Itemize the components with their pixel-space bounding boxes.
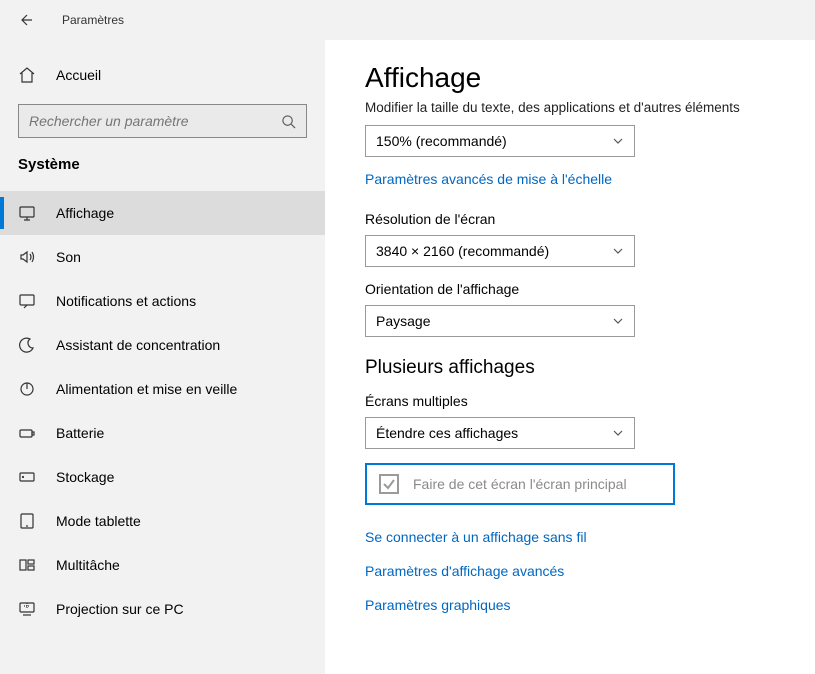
- sound-icon: [18, 248, 36, 266]
- footer-links: Se connecter à un affichage sans fil Par…: [365, 529, 775, 613]
- scale-dropdown[interactable]: 150% (recommandé): [365, 125, 635, 157]
- advanced-display-link[interactable]: Paramètres d'affichage avancés: [365, 563, 775, 579]
- resolution-value: 3840 × 2160 (recommandé): [376, 243, 549, 259]
- sidebar-item-label: Batterie: [56, 425, 104, 441]
- scale-label: Modifier la taille du texte, des applica…: [365, 100, 775, 115]
- chevron-down-icon: [612, 315, 624, 327]
- search-icon: [281, 114, 296, 129]
- search-box[interactable]: [18, 104, 307, 138]
- titlebar: Paramètres: [0, 0, 815, 40]
- sidebar-item-label: Son: [56, 249, 81, 265]
- main-display-checkbox-highlight: Faire de cet écran l'écran principal: [365, 463, 675, 505]
- multitask-icon: [18, 556, 36, 574]
- sidebar-item-label: Alimentation et mise en veille: [56, 381, 237, 397]
- back-button[interactable]: [18, 12, 34, 28]
- sidebar: Accueil Système Affichage: [0, 40, 325, 674]
- power-icon: [18, 380, 36, 398]
- sidebar-item-power[interactable]: Alimentation et mise en veille: [0, 367, 325, 411]
- resolution-dropdown[interactable]: 3840 × 2160 (recommandé): [365, 235, 635, 267]
- sidebar-item-label: Mode tablette: [56, 513, 141, 529]
- tablet-icon: [18, 512, 36, 530]
- search-input[interactable]: [29, 113, 281, 129]
- scale-value: 150% (recommandé): [376, 133, 507, 149]
- home-label: Accueil: [56, 67, 101, 83]
- home-nav[interactable]: Accueil: [0, 58, 325, 92]
- page-title: Affichage: [365, 62, 775, 94]
- moon-icon: [18, 336, 36, 354]
- sidebar-item-label: Multitâche: [56, 557, 120, 573]
- multi-display-dropdown[interactable]: Étendre ces affichages: [365, 417, 635, 449]
- display-icon: [18, 204, 36, 222]
- chevron-down-icon: [612, 245, 624, 257]
- sidebar-item-label: Assistant de concentration: [56, 337, 220, 353]
- sidebar-item-label: Projection sur ce PC: [56, 601, 184, 617]
- main-display-checkbox[interactable]: [379, 474, 399, 494]
- multi-display-label: Écrans multiples: [365, 393, 775, 409]
- category-label: Système: [0, 156, 325, 191]
- resolution-label: Résolution de l'écran: [365, 211, 775, 227]
- advanced-scaling-link[interactable]: Paramètres avancés de mise à l'échelle: [365, 171, 775, 187]
- battery-icon: [18, 424, 36, 442]
- sidebar-item-label: Notifications et actions: [56, 293, 196, 309]
- notifications-icon: [18, 292, 36, 310]
- storage-icon: [18, 468, 36, 486]
- window-title: Paramètres: [62, 13, 124, 27]
- chevron-down-icon: [612, 135, 624, 147]
- home-icon: [18, 66, 36, 84]
- sidebar-item-notifications[interactable]: Notifications et actions: [0, 279, 325, 323]
- orientation-dropdown[interactable]: Paysage: [365, 305, 635, 337]
- content-area: Affichage Modifier la taille du texte, d…: [325, 40, 815, 674]
- sidebar-item-focus-assist[interactable]: Assistant de concentration: [0, 323, 325, 367]
- chevron-down-icon: [612, 427, 624, 439]
- sidebar-item-son[interactable]: Son: [0, 235, 325, 279]
- sidebar-item-affichage[interactable]: Affichage: [0, 191, 325, 235]
- main-display-checkbox-label: Faire de cet écran l'écran principal: [413, 476, 627, 492]
- multi-display-value: Étendre ces affichages: [376, 425, 518, 441]
- app-body: Accueil Système Affichage: [0, 40, 815, 674]
- projection-icon: [18, 600, 36, 618]
- orientation-value: Paysage: [376, 313, 430, 329]
- multi-display-section-title: Plusieurs affichages: [365, 357, 775, 379]
- sidebar-item-multitask[interactable]: Multitâche: [0, 543, 325, 587]
- orientation-label: Orientation de l'affichage: [365, 281, 775, 297]
- sidebar-item-storage[interactable]: Stockage: [0, 455, 325, 499]
- sidebar-item-tablet[interactable]: Mode tablette: [0, 499, 325, 543]
- sidebar-item-battery[interactable]: Batterie: [0, 411, 325, 455]
- wireless-display-link[interactable]: Se connecter à un affichage sans fil: [365, 529, 775, 545]
- sidebar-item-projection[interactable]: Projection sur ce PC: [0, 587, 325, 631]
- sidebar-item-label: Stockage: [56, 469, 114, 485]
- graphics-settings-link[interactable]: Paramètres graphiques: [365, 597, 775, 613]
- sidebar-item-label: Affichage: [56, 205, 114, 221]
